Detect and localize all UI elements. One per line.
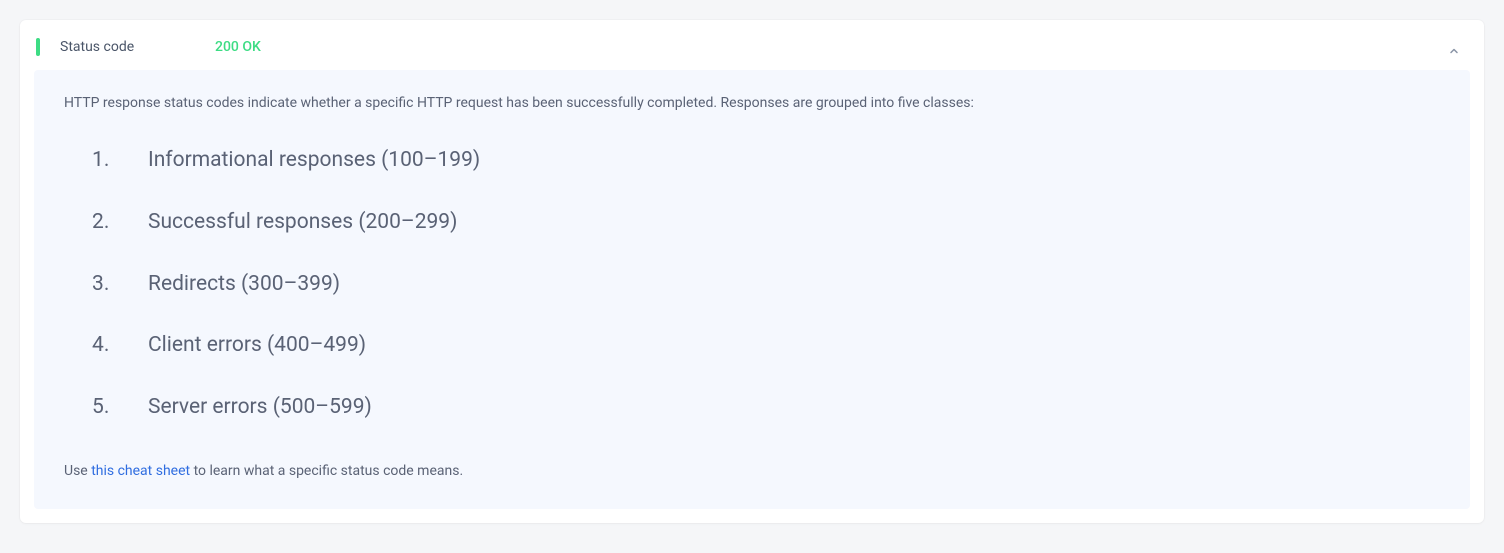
chevron-up-icon[interactable] bbox=[1448, 42, 1460, 61]
footer-prefix: Use bbox=[64, 463, 91, 479]
footer-text: Use this cheat sheet to learn what a spe… bbox=[64, 460, 1440, 482]
status-code-value: 200 OK bbox=[215, 39, 261, 55]
cheat-sheet-link[interactable]: this cheat sheet bbox=[91, 463, 190, 479]
list-item: Informational responses (100–199) bbox=[92, 144, 1440, 178]
list-item: Successful responses (200–299) bbox=[92, 206, 1440, 240]
intro-text: HTTP response status codes indicate whet… bbox=[64, 92, 1440, 114]
list-item: Server errors (500–599) bbox=[92, 391, 1440, 425]
panel-content: HTTP response status codes indicate whet… bbox=[34, 70, 1470, 509]
status-indicator-bar bbox=[36, 38, 40, 56]
response-classes-list: Informational responses (100–199) Succes… bbox=[64, 144, 1440, 424]
footer-suffix: to learn what a specific status code mea… bbox=[190, 463, 463, 479]
header-label: Status code bbox=[60, 39, 215, 55]
status-code-panel: Status code 200 OK HTTP response status … bbox=[20, 20, 1484, 523]
list-item: Client errors (400–499) bbox=[92, 329, 1440, 363]
list-item: Redirects (300–399) bbox=[92, 268, 1440, 302]
panel-header[interactable]: Status code 200 OK bbox=[34, 34, 1470, 70]
